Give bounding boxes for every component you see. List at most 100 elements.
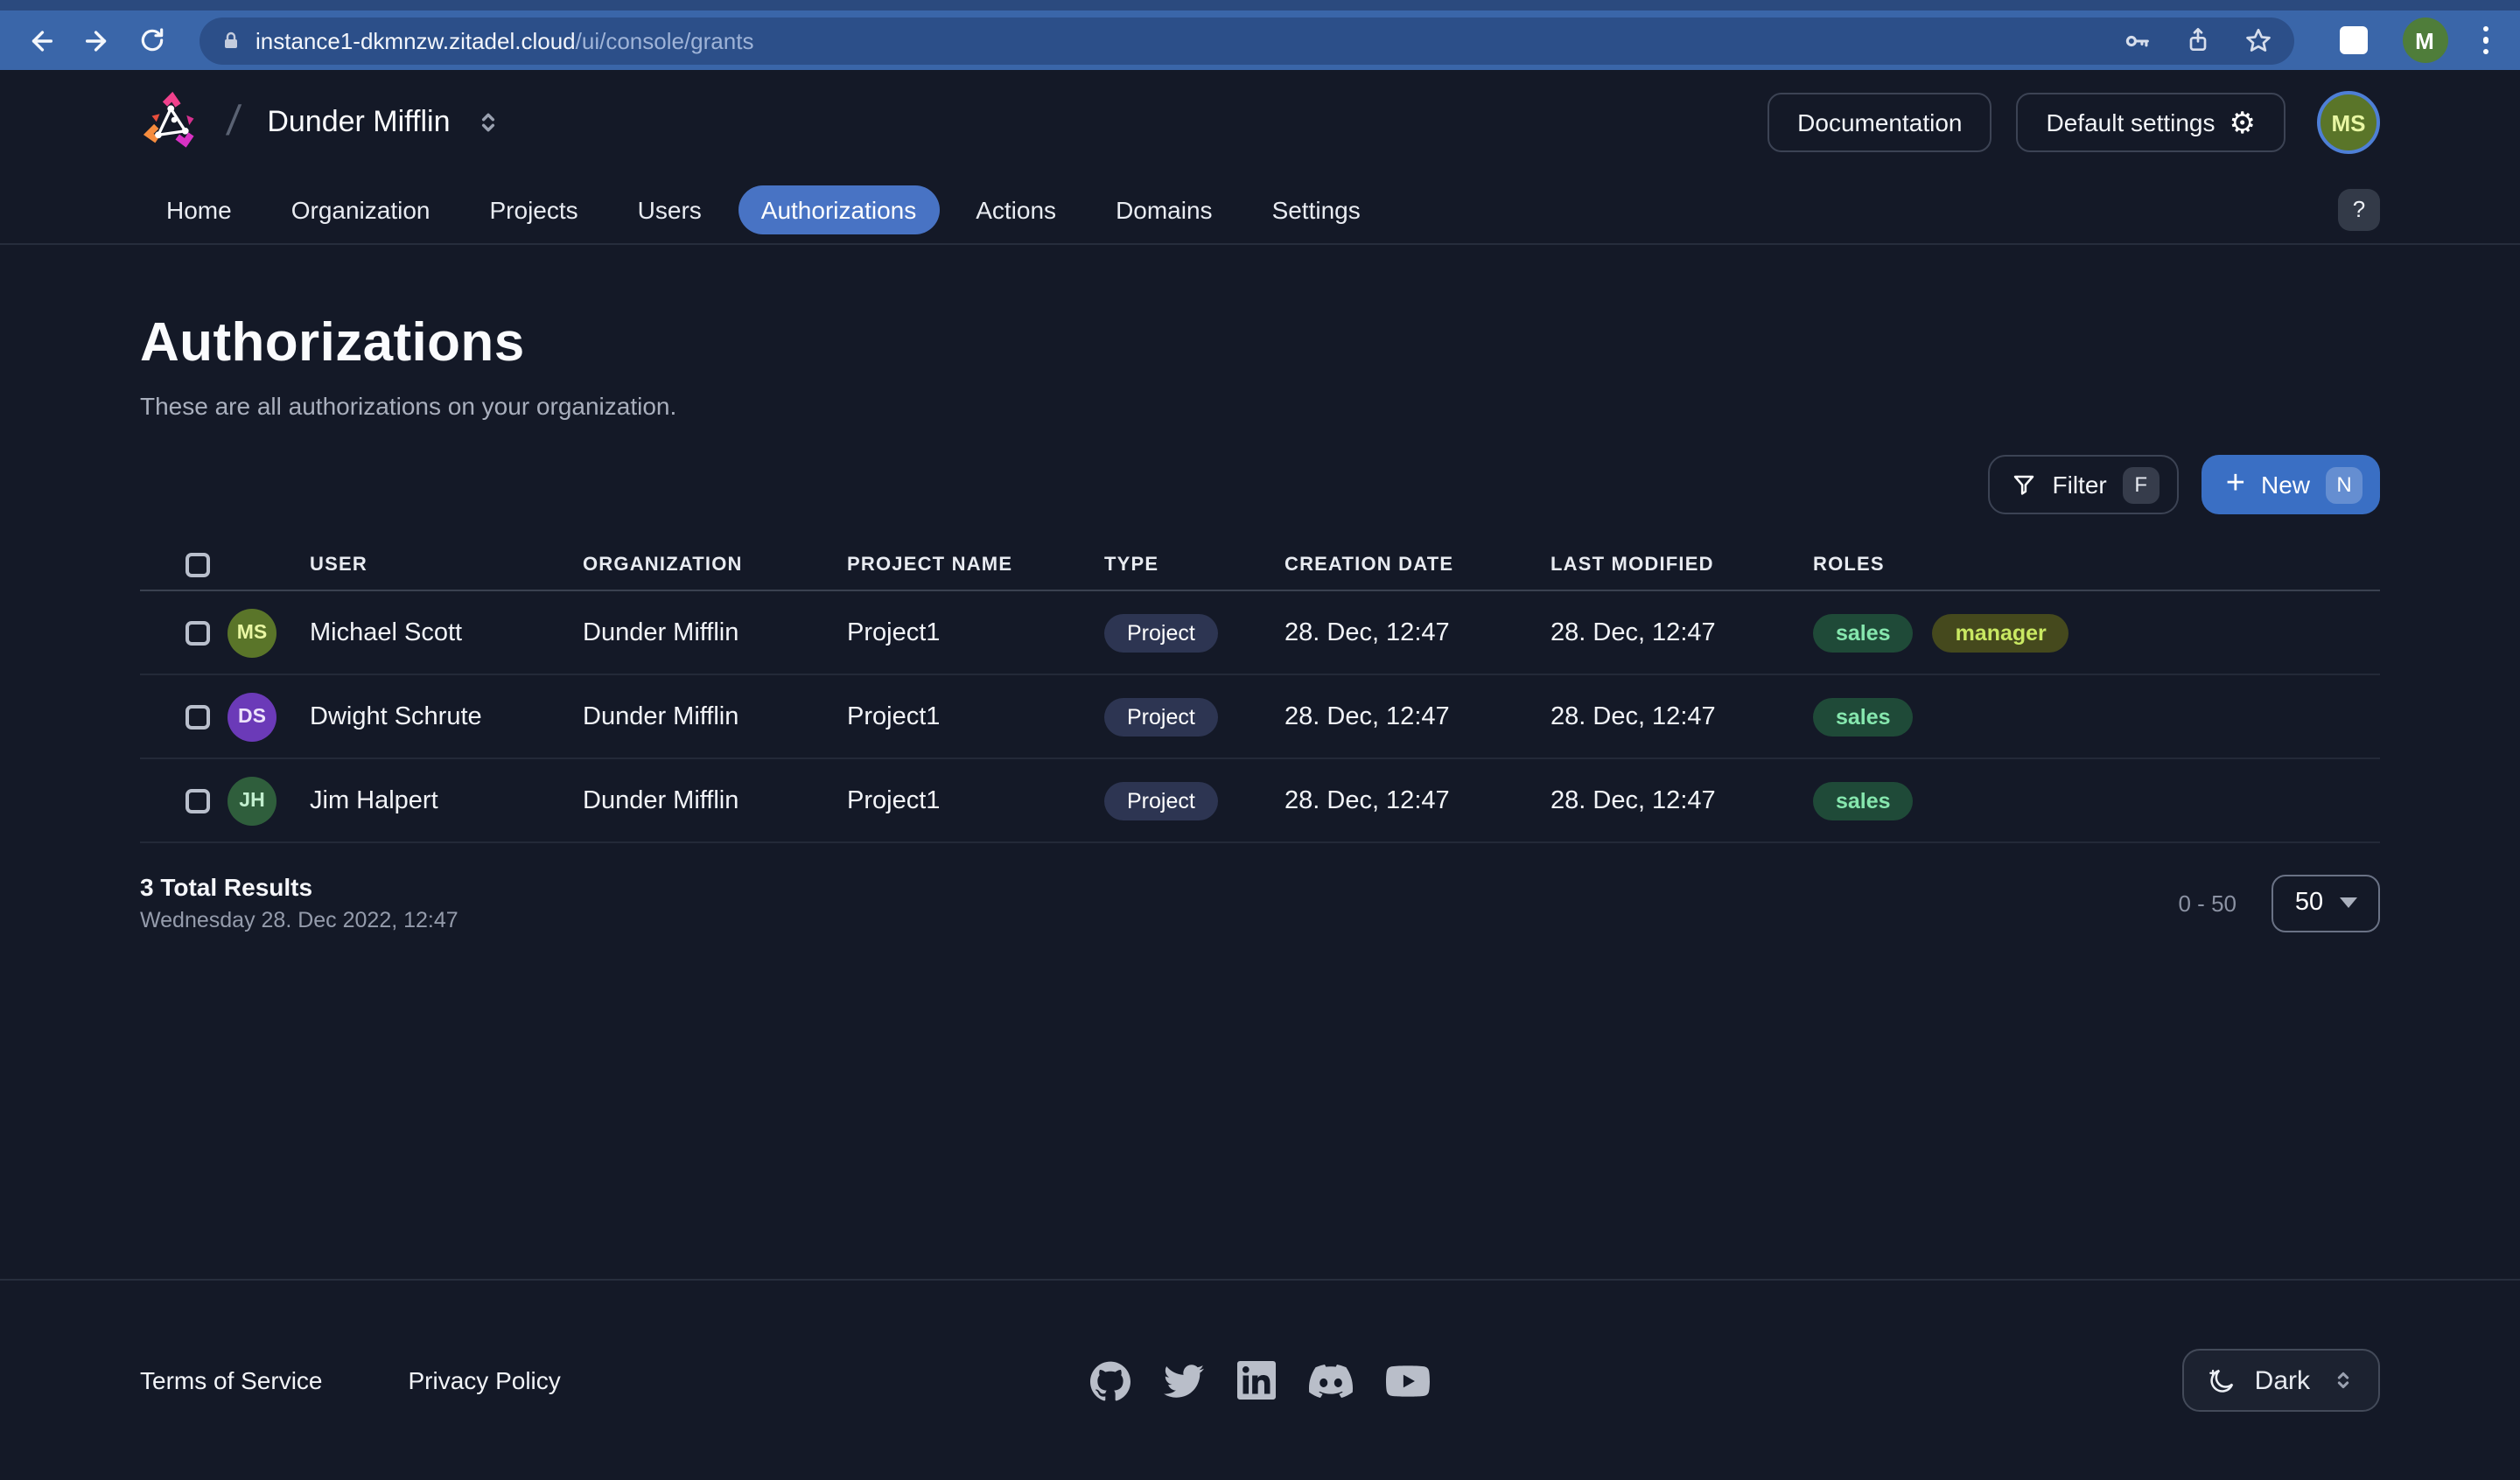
reload-icon[interactable]: [130, 17, 175, 63]
password-key-icon[interactable]: [2122, 25, 2152, 55]
gear-icon: ⚙: [2230, 108, 2257, 137]
role-badge: manager: [1933, 613, 2069, 652]
new-button[interactable]: + New N: [2202, 455, 2380, 514]
row-checkbox[interactable]: [186, 788, 210, 813]
documentation-button[interactable]: Documentation: [1768, 93, 1992, 152]
browser-toolbar: instance1-dkmnzw.zitadel.cloud/ui/consol…: [0, 10, 2520, 70]
table-row[interactable]: DS Dwight Schrute Dunder Mifflin Project…: [140, 675, 2380, 759]
nav-item-home[interactable]: Home: [144, 185, 255, 234]
nav-item-users[interactable]: Users: [615, 185, 724, 234]
url-text: instance1-dkmnzw.zitadel.cloud/ui/consol…: [256, 27, 2090, 53]
twitter-icon[interactable]: [1164, 1360, 1204, 1400]
github-icon[interactable]: [1090, 1360, 1130, 1400]
main-content: Authorizations These are all authorizati…: [0, 245, 2520, 1279]
col-creation-date: CREATION DATE: [1284, 554, 1550, 575]
user-avatar[interactable]: MS: [2317, 91, 2380, 154]
filter-button[interactable]: Filter F: [1988, 455, 2179, 514]
new-label: New: [2261, 471, 2310, 499]
col-last-modified: LAST MODIFIED: [1550, 554, 1813, 575]
browser-profile-avatar[interactable]: M: [2402, 17, 2447, 63]
creation-date: 28. Dec, 12:47: [1284, 618, 1550, 646]
user-name: Dwight Schrute: [310, 702, 583, 730]
type-badge: Project: [1104, 613, 1218, 652]
organization: Dunder Mifflin: [583, 618, 847, 646]
pagination: 0 - 50 50: [2179, 874, 2381, 932]
app-masthead: / Dunder Mifflin Documentation Default s…: [0, 70, 2520, 175]
caret-down-icon: [2339, 897, 2356, 908]
creation-date: 28. Dec, 12:47: [1284, 702, 1550, 730]
discord-icon[interactable]: [1309, 1358, 1353, 1402]
avatar: MS: [228, 608, 276, 657]
select-all-checkbox[interactable]: [186, 552, 210, 576]
row-checkbox[interactable]: [186, 620, 210, 645]
linkedin-icon[interactable]: [1237, 1361, 1276, 1400]
project-name: Project1: [847, 618, 1104, 646]
terms-of-service-link[interactable]: Terms of Service: [140, 1366, 323, 1394]
plus-icon: +: [2226, 466, 2245, 499]
avatar: JH: [228, 776, 276, 825]
url-bar[interactable]: instance1-dkmnzw.zitadel.cloud/ui/consol…: [200, 17, 2293, 64]
nav-item-projects[interactable]: Projects: [467, 185, 601, 234]
table-row[interactable]: JH Jim Halpert Dunder Mifflin Project1 P…: [140, 759, 2380, 843]
col-user: USER: [310, 554, 583, 575]
type-badge: Project: [1104, 781, 1218, 820]
roles-cell: sales: [1813, 697, 2380, 736]
nav-item-authorizations[interactable]: Authorizations: [738, 185, 939, 234]
org-name[interactable]: Dunder Mifflin: [267, 105, 450, 140]
zitadel-console: instance1-dkmnzw.zitadel.cloud/ui/consol…: [0, 0, 2520, 1480]
default-settings-label: Default settings: [2047, 108, 2216, 136]
creation-date: 28. Dec, 12:47: [1284, 786, 1550, 814]
authorizations-table: USER ORGANIZATION PROJECT NAME TYPE CREA…: [140, 539, 2380, 843]
share-icon[interactable]: [2183, 26, 2211, 54]
nav-item-settings[interactable]: Settings: [1250, 185, 1383, 234]
zitadel-logo-icon[interactable]: [140, 91, 203, 154]
page-range: 0 - 50: [2179, 890, 2237, 916]
page-title: Authorizations: [140, 311, 2380, 374]
project-name: Project1: [847, 702, 1104, 730]
default-settings-button[interactable]: Default settings ⚙: [2017, 93, 2286, 152]
page-size-select[interactable]: 50: [2272, 874, 2380, 932]
role-badge: sales: [1813, 613, 1914, 652]
theme-select[interactable]: Dark: [2183, 1349, 2380, 1412]
org-switcher-icon[interactable]: [475, 108, 503, 136]
last-modified: 28. Dec, 12:47: [1550, 618, 1813, 646]
type-badge: Project: [1104, 697, 1218, 736]
role-badge: sales: [1813, 781, 1914, 820]
page-size-value: 50: [2295, 889, 2323, 917]
organization: Dunder Mifflin: [583, 702, 847, 730]
page-subtitle: These are all authorizations on your org…: [140, 392, 2380, 420]
side-panel-icon[interactable]: [2339, 26, 2367, 54]
col-roles: ROLES: [1813, 554, 2380, 575]
forward-icon[interactable]: [74, 17, 119, 63]
back-icon[interactable]: [18, 17, 63, 63]
browser-menu-icon[interactable]: [2468, 19, 2502, 62]
theme-label: Dark: [2255, 1365, 2310, 1395]
last-modified: 28. Dec, 12:47: [1550, 702, 1813, 730]
table-row[interactable]: MS Michael Scott Dunder Mifflin Project1…: [140, 591, 2380, 675]
social-links: [1090, 1358, 1430, 1402]
nav-item-domains[interactable]: Domains: [1093, 185, 1236, 234]
col-project-name: PROJECT NAME: [847, 554, 1104, 575]
avatar: DS: [228, 692, 276, 741]
roles-cell: sales: [1813, 781, 2380, 820]
organization: Dunder Mifflin: [583, 786, 847, 814]
privacy-policy-link[interactable]: Privacy Policy: [409, 1366, 561, 1394]
total-results: 3 Total Results: [140, 873, 458, 901]
theme-unfold-icon: [2331, 1368, 2356, 1393]
breadcrumb-separator: /: [224, 98, 242, 147]
nav-item-organization[interactable]: Organization: [269, 185, 453, 234]
filter-label: Filter: [2053, 471, 2107, 499]
nav-item-actions[interactable]: Actions: [953, 185, 1079, 234]
bookmark-star-icon[interactable]: [2243, 25, 2272, 55]
documentation-label: Documentation: [1797, 108, 1962, 136]
help-button[interactable]: ?: [2338, 188, 2380, 230]
row-checkbox[interactable]: [186, 704, 210, 729]
youtube-icon[interactable]: [1386, 1358, 1430, 1402]
browser-tabstrip: [0, 0, 2520, 10]
results-summary: 3 Total Results Wednesday 28. Dec 2022, …: [140, 873, 458, 932]
filter-shortcut-badge: F: [2123, 466, 2160, 503]
main-nav: Home Organization Projects Users Authori…: [0, 175, 2520, 245]
project-name: Project1: [847, 786, 1104, 814]
col-type: TYPE: [1104, 554, 1284, 575]
new-shortcut-badge: N: [2326, 466, 2362, 503]
